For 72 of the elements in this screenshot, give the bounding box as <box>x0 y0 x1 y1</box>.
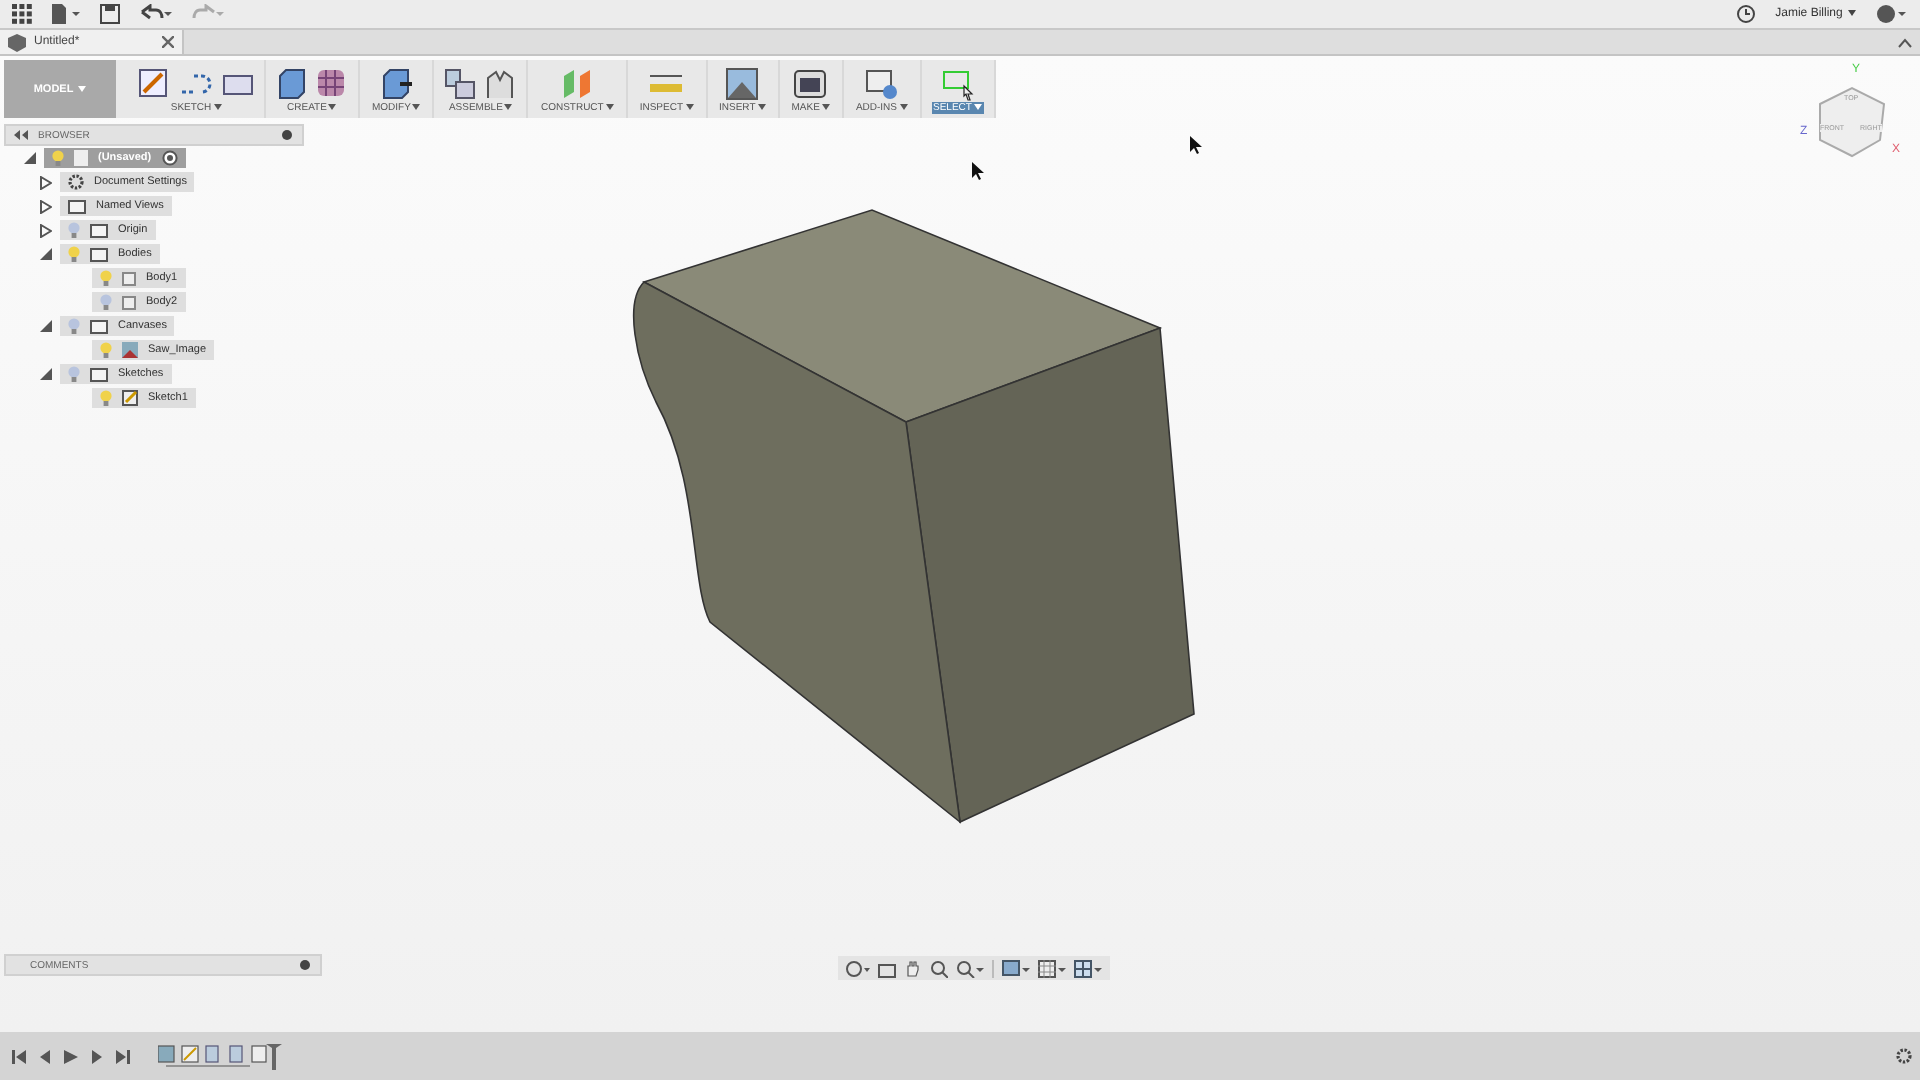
expanded-triangle-icon[interactable] <box>40 320 52 332</box>
caret-icon <box>685 104 694 111</box>
component-icon[interactable] <box>444 67 477 99</box>
settings-icon[interactable] <box>1896 1048 1912 1064</box>
caret-icon <box>1848 9 1856 16</box>
caret-icon <box>504 104 513 111</box>
dim-bulb-icon[interactable] <box>68 318 80 334</box>
folder-icon <box>90 319 108 333</box>
document-icon <box>74 150 88 166</box>
canvas-icon <box>122 342 138 358</box>
caret-icon <box>412 104 421 111</box>
clock-icon[interactable] <box>1735 4 1756 24</box>
look-at-icon[interactable] <box>878 959 896 977</box>
previous-step-icon[interactable] <box>38 1049 52 1063</box>
expanded-triangle-icon[interactable] <box>24 152 36 164</box>
zoom-icon[interactable] <box>930 959 948 977</box>
caret-icon <box>821 104 830 111</box>
dim-bulb-icon[interactable] <box>68 366 80 382</box>
zoom-window-icon[interactable] <box>956 959 984 977</box>
lit-bulb-icon[interactable] <box>68 246 80 262</box>
play-icon[interactable] <box>64 1049 78 1063</box>
caret-icon <box>605 104 614 111</box>
folder-icon <box>90 367 108 381</box>
lit-bulb-icon[interactable] <box>100 270 112 286</box>
orbit-icon[interactable] <box>846 959 870 977</box>
close-icon[interactable] <box>162 36 174 48</box>
printer-icon[interactable] <box>794 67 827 99</box>
collapsed-triangle-icon[interactable] <box>40 175 52 189</box>
caret-icon <box>328 104 337 111</box>
press-pull-icon[interactable] <box>380 67 413 99</box>
caret-icon <box>973 104 982 111</box>
collapse-panel-icon[interactable] <box>14 130 28 140</box>
undo-icon[interactable] <box>140 4 172 24</box>
pin-icon[interactable] <box>282 130 292 140</box>
first-step-icon[interactable] <box>12 1049 26 1063</box>
box-icon[interactable] <box>276 67 308 99</box>
save-icon[interactable] <box>100 4 120 24</box>
last-step-icon[interactable] <box>116 1049 130 1063</box>
pan-hand-icon[interactable] <box>904 959 922 977</box>
image-icon[interactable] <box>726 67 759 99</box>
lit-bulb-icon[interactable] <box>100 390 112 406</box>
add-in-icon[interactable] <box>865 67 898 99</box>
collapsed-triangle-icon[interactable] <box>40 199 52 213</box>
dim-bulb-icon[interactable] <box>68 222 80 238</box>
pin-icon[interactable] <box>300 960 310 970</box>
lit-bulb-icon[interactable] <box>100 342 112 358</box>
expanded-triangle-icon[interactable] <box>40 248 52 260</box>
expanded-triangle-icon[interactable] <box>40 368 52 380</box>
timeline-features-drawing[interactable] <box>158 1043 282 1069</box>
gear-icon <box>68 174 84 190</box>
app-grid-icon[interactable] <box>12 4 32 24</box>
dim-bulb-icon[interactable] <box>100 294 112 310</box>
joint-icon[interactable] <box>484 67 517 99</box>
help-icon[interactable] <box>1876 4 1908 24</box>
display-settings-icon[interactable] <box>1002 959 1030 977</box>
grid-settings-icon[interactable] <box>1038 959 1066 977</box>
sketch-icon[interactable] <box>138 67 170 99</box>
caret-icon <box>899 104 907 111</box>
collapse-icon[interactable] <box>1898 37 1912 47</box>
sketch-icon <box>122 390 138 406</box>
viewports-icon[interactable] <box>1074 959 1102 977</box>
cursor-icon <box>1190 136 1202 154</box>
cursor-icon <box>972 162 984 180</box>
next-step-icon[interactable] <box>90 1049 104 1063</box>
file-icon[interactable] <box>52 4 80 24</box>
grid-icon[interactable] <box>316 67 348 99</box>
caret-icon <box>78 85 87 92</box>
radio-icon[interactable] <box>161 150 178 166</box>
caret-icon <box>757 104 766 111</box>
collapsed-triangle-icon[interactable] <box>40 223 52 237</box>
caret-icon <box>213 104 222 111</box>
select-icon[interactable] <box>939 65 976 101</box>
